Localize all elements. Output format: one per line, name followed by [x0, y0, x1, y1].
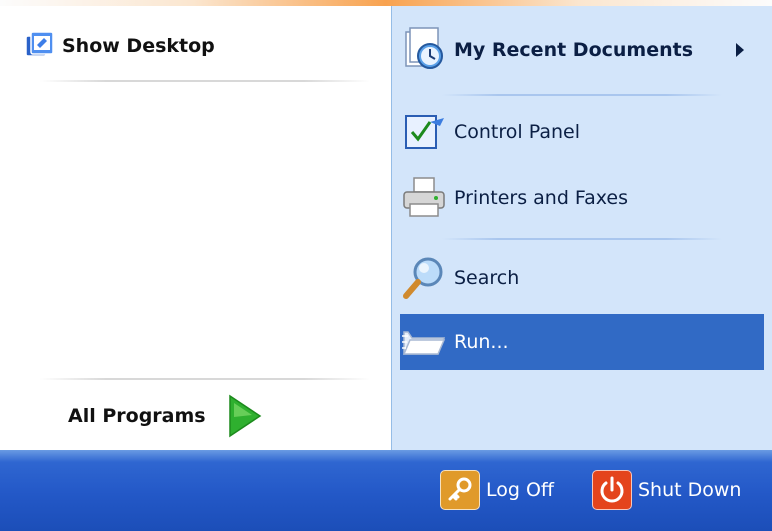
green-arrow-icon — [226, 394, 262, 438]
shut-down-button[interactable]: Shut Down — [592, 468, 741, 512]
bottom-bar: Log Off Shut Down — [0, 450, 772, 531]
show-desktop-label: Show Desktop — [62, 35, 215, 57]
right-pane: My Recent Documents Control Panel Printe… — [391, 6, 772, 450]
shut-down-label: Shut Down — [638, 479, 742, 501]
control-panel-icon — [400, 108, 448, 156]
search-item[interactable]: Search — [400, 250, 764, 306]
submenu-arrow-icon — [736, 43, 744, 57]
run-label: Run... — [454, 331, 509, 353]
show-desktop-icon — [24, 30, 56, 62]
right-separator-2 — [442, 238, 722, 240]
right-separator-1 — [442, 94, 722, 96]
control-panel-label: Control Panel — [454, 121, 580, 143]
search-label: Search — [454, 267, 520, 289]
power-icon — [592, 470, 632, 510]
left-separator-top — [40, 80, 370, 82]
my-recent-documents-label: My Recent Documents — [454, 39, 694, 61]
run-item[interactable]: Run... — [400, 314, 764, 370]
recent-documents-icon — [400, 26, 448, 74]
key-icon — [440, 470, 480, 510]
show-desktop-item[interactable]: Show Desktop — [24, 26, 215, 66]
search-magnifier-icon — [400, 254, 448, 302]
left-separator-bottom — [40, 378, 370, 380]
log-off-label: Log Off — [486, 479, 555, 501]
control-panel-item[interactable]: Control Panel — [400, 104, 764, 160]
my-recent-documents-item[interactable]: My Recent Documents — [400, 22, 764, 78]
start-menu: Show Desktop All Programs My Recent Docu… — [0, 0, 772, 531]
log-off-button[interactable]: Log Off — [440, 468, 554, 512]
printers-and-faxes-item[interactable]: Printers and Faxes — [400, 170, 764, 226]
printer-icon — [400, 174, 448, 222]
all-programs-label: All Programs — [68, 405, 206, 427]
printers-and-faxes-label: Printers and Faxes — [454, 187, 629, 209]
left-pane: Show Desktop All Programs — [0, 6, 391, 450]
run-icon — [400, 318, 448, 366]
all-programs-item[interactable]: All Programs — [68, 392, 262, 440]
